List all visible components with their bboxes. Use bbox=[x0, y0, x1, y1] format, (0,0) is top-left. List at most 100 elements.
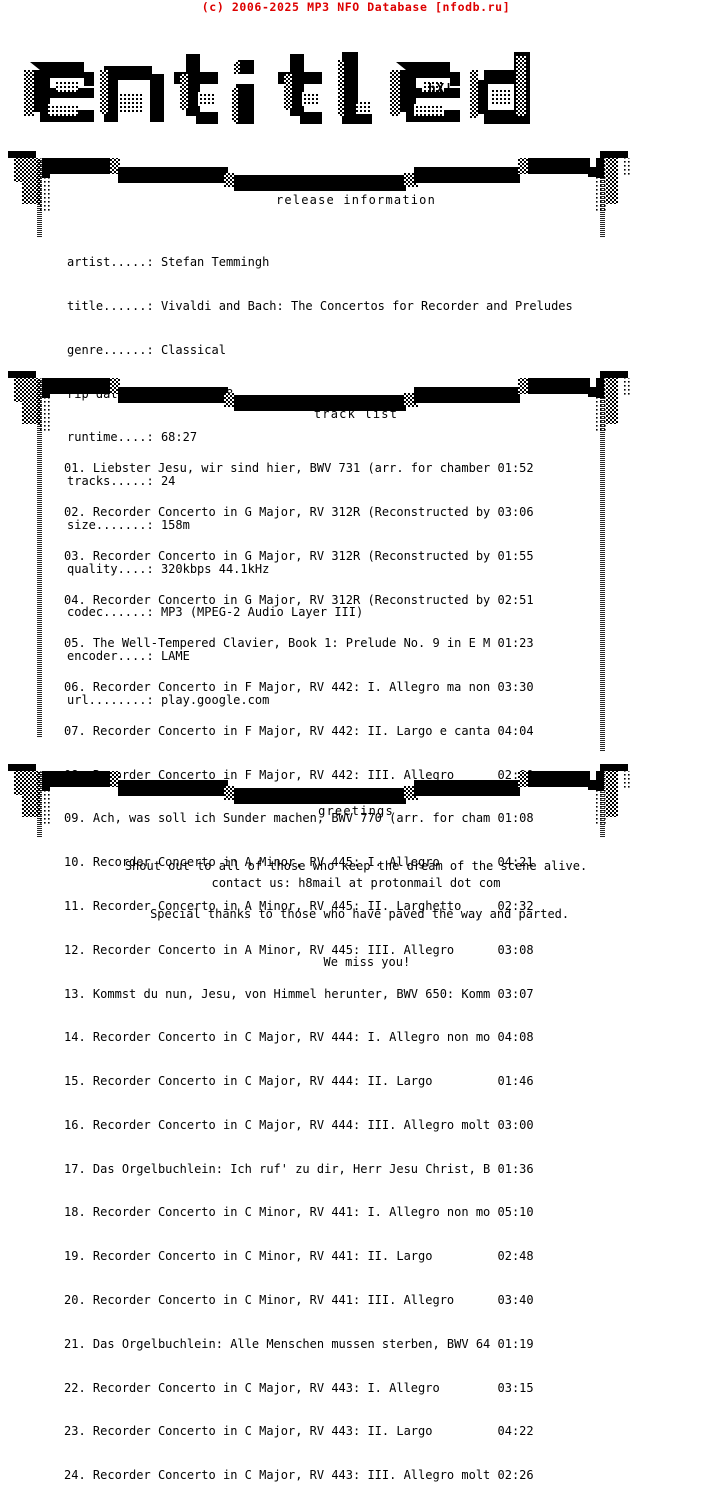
track-row: 14. Recorder Concerto in C Major, RV 444… bbox=[64, 1030, 534, 1045]
track-number: 15. bbox=[64, 1074, 86, 1089]
contact-line: contact us: h8mail at protonmail dot com bbox=[211, 876, 501, 890]
track-number: 05. bbox=[64, 636, 86, 651]
track-time: 04:04 bbox=[497, 723, 534, 738]
info-value: Stefan Temmingh bbox=[160, 255, 270, 270]
track-title: Recorder Concerto in G Major, RV 312R (R… bbox=[92, 592, 498, 607]
info-label: genre......: bbox=[67, 342, 154, 357]
track-title: Recorder Concerto in C Major, RV 443: II… bbox=[92, 1468, 498, 1483]
track-title: Recorder Concerto in C Major, RV 443: I.… bbox=[92, 1380, 498, 1395]
track-title: Das Orgelbuchlein: Alle Menschen mussen … bbox=[92, 1336, 498, 1351]
track-title: The Well-Tempered Clavier, Book 1: Prelu… bbox=[92, 636, 498, 651]
info-value: Classical bbox=[160, 342, 226, 357]
track-time: 03:40 bbox=[497, 1293, 534, 1308]
track-time: 02:48 bbox=[497, 1249, 534, 1264]
track-row: 07. Recorder Concerto in F Major, RV 442… bbox=[64, 724, 534, 739]
track-time: 01:46 bbox=[497, 1074, 534, 1089]
track-time: 01:55 bbox=[497, 548, 534, 563]
track-row: 15. Recorder Concerto in C Major, RV 444… bbox=[64, 1074, 534, 1089]
track-number: 04. bbox=[64, 592, 86, 607]
track-number: 01. bbox=[64, 461, 86, 476]
track-row: 20. Recorder Concerto in C Minor, RV 441… bbox=[64, 1293, 534, 1308]
track-time: 03:06 bbox=[497, 504, 534, 519]
track-number: 18. bbox=[64, 1205, 86, 1220]
track-row: 18. Recorder Concerto in C Minor, RV 441… bbox=[64, 1205, 534, 1220]
track-row: 22. Recorder Concerto in C Major, RV 443… bbox=[64, 1381, 534, 1396]
ascii-logo: hX! bbox=[0, 26, 712, 146]
track-time: 05:10 bbox=[497, 1205, 534, 1220]
track-time: 03:07 bbox=[497, 986, 534, 1001]
track-number: 03. bbox=[64, 548, 86, 563]
track-title: Recorder Concerto in C Major, RV 444: I.… bbox=[92, 1030, 498, 1045]
release-information-heading: release information bbox=[275, 193, 437, 207]
track-title: Recorder Concerto in C Minor, RV 441: II… bbox=[92, 1249, 498, 1264]
track-number: 22. bbox=[64, 1380, 86, 1395]
track-row: 21. Das Orgelbuchlein: Alle Menschen mus… bbox=[64, 1337, 534, 1352]
info-value: Vivaldi and Bach: The Concertos for Reco… bbox=[160, 298, 573, 313]
track-title: Recorder Concerto in F Major, RV 442: II… bbox=[92, 723, 498, 738]
greetings-heading: greetings bbox=[318, 804, 394, 818]
track-time: 03:00 bbox=[497, 1117, 534, 1132]
rail-right-release bbox=[600, 160, 605, 238]
rail-left-tracks bbox=[37, 380, 42, 738]
track-row: 02. Recorder Concerto in G Major, RV 312… bbox=[64, 505, 534, 520]
divider-top bbox=[0, 145, 712, 237]
track-row: 05. The Well-Tempered Clavier, Book 1: P… bbox=[64, 636, 534, 651]
track-row: 13. Kommst du nun, Jesu, von Himmel heru… bbox=[64, 987, 534, 1002]
track-row: 17. Das Orgelbuchlein: Ich ruf' zu dir, … bbox=[64, 1162, 534, 1177]
track-number: 23. bbox=[64, 1424, 86, 1439]
track-number: 24. bbox=[64, 1468, 86, 1483]
track-number: 20. bbox=[64, 1293, 86, 1308]
track-title: Recorder Concerto in C Major, RV 444: II… bbox=[92, 1117, 498, 1132]
info-label: artist.....: bbox=[67, 255, 154, 270]
greetings-line: We miss you! bbox=[301, 955, 411, 969]
track-list-heading: track list bbox=[313, 407, 399, 421]
info-row: genre......: Classical bbox=[67, 343, 573, 358]
track-time: 03:30 bbox=[497, 680, 534, 695]
track-number: 07. bbox=[64, 723, 86, 738]
track-time: 04:22 bbox=[497, 1424, 534, 1439]
greetings-line: Special thanks to those who have paved t… bbox=[142, 907, 570, 921]
track-number: 21. bbox=[64, 1336, 86, 1351]
track-number: 14. bbox=[64, 1030, 86, 1045]
copyright-banner: (c) 2006-2025 MP3 NFO Database [nfodb.ru… bbox=[201, 0, 511, 14]
track-time: 03:15 bbox=[497, 1380, 534, 1395]
ascii-logo-graphic bbox=[24, 52, 530, 124]
track-row: 04. Recorder Concerto in G Major, RV 312… bbox=[64, 593, 534, 608]
track-title: Recorder Concerto in C Major, RV 444: II… bbox=[92, 1074, 498, 1089]
track-title: Liebster Jesu, wir sind hier, BWV 731 (a… bbox=[92, 461, 498, 476]
track-number: 19. bbox=[64, 1249, 86, 1264]
track-row: 23. Recorder Concerto in C Major, RV 443… bbox=[64, 1424, 534, 1439]
track-number: 16. bbox=[64, 1117, 86, 1132]
track-row: 06. Recorder Concerto in F Major, RV 442… bbox=[64, 680, 534, 695]
track-row: 24. Recorder Concerto in C Major, RV 443… bbox=[64, 1468, 534, 1483]
info-row: title......: Vivaldi and Bach: The Conce… bbox=[67, 299, 573, 314]
info-row: artist.....: Stefan Temmingh bbox=[67, 255, 573, 270]
track-number: 02. bbox=[64, 504, 86, 519]
track-title: Recorder Concerto in C Minor, RV 441: II… bbox=[92, 1293, 498, 1308]
track-title: Kommst du nun, Jesu, von Himmel herunter… bbox=[92, 986, 498, 1001]
rail-left-release bbox=[37, 160, 42, 238]
track-row: 16. Recorder Concerto in C Major, RV 444… bbox=[64, 1118, 534, 1133]
track-time: 02:26 bbox=[497, 1468, 534, 1483]
track-title: Das Orgelbuchlein: Ich ruf' zu dir, Herr… bbox=[92, 1161, 498, 1176]
track-number: 06. bbox=[64, 680, 86, 695]
divider-top-graphic bbox=[8, 151, 630, 213]
track-title: Recorder Concerto in F Major, RV 442: I.… bbox=[92, 680, 498, 695]
track-time: 01:36 bbox=[497, 1161, 534, 1176]
track-time: 01:52 bbox=[497, 461, 534, 476]
track-title: Recorder Concerto in C Major, RV 443: II… bbox=[92, 1424, 498, 1439]
track-title: Recorder Concerto in G Major, RV 312R (R… bbox=[92, 548, 498, 563]
track-title: Recorder Concerto in C Minor, RV 441: I.… bbox=[92, 1205, 498, 1220]
track-number: 17. bbox=[64, 1161, 86, 1176]
track-time: 01:19 bbox=[497, 1336, 534, 1351]
track-row: 01. Liebster Jesu, wir sind hier, BWV 73… bbox=[64, 461, 534, 476]
greetings-text: Shout out to all of those who keep the d… bbox=[0, 826, 712, 986]
greetings-line: Shout out to all of those who keep the d… bbox=[124, 859, 588, 873]
logo-signature: hX! bbox=[428, 82, 453, 97]
track-row: 03. Recorder Concerto in G Major, RV 312… bbox=[64, 549, 534, 564]
rail-right-tracks bbox=[600, 380, 605, 752]
track-time: 01:23 bbox=[497, 636, 534, 651]
track-row: 19. Recorder Concerto in C Minor, RV 441… bbox=[64, 1249, 534, 1264]
info-label: title......: bbox=[67, 298, 154, 313]
track-number: 13. bbox=[64, 986, 86, 1001]
